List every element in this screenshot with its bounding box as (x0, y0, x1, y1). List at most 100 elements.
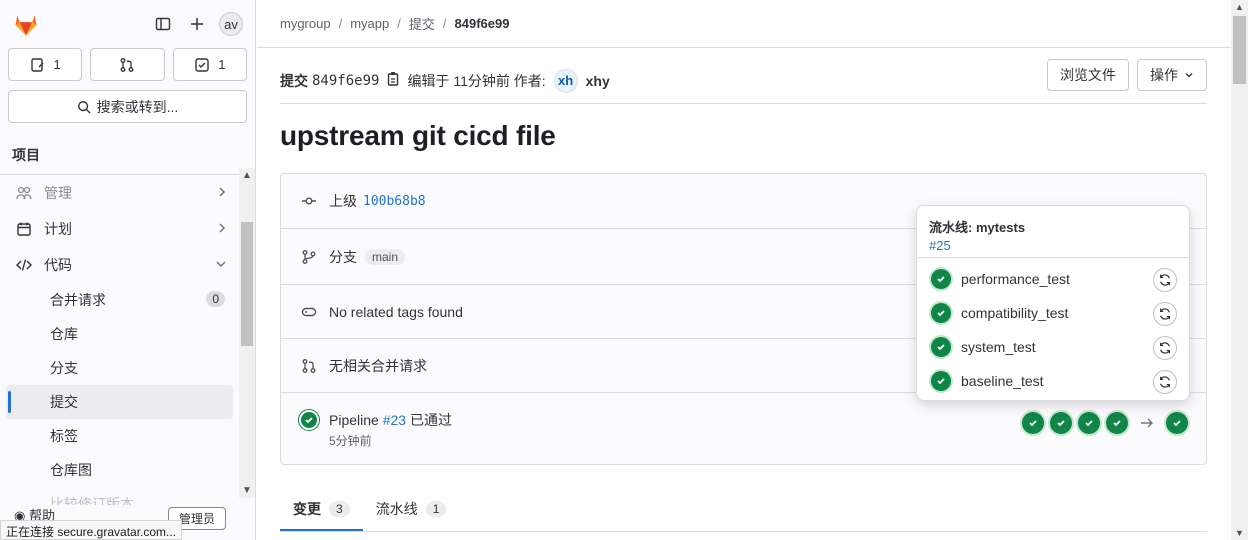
breadcrumb-commits[interactable]: 提交 (409, 14, 435, 33)
actions-dropdown-button[interactable]: 操作 (1137, 59, 1207, 91)
plus-icon[interactable] (185, 12, 209, 36)
commit-label: 提交 (280, 72, 308, 89)
sidebar-subitem-label: 分支 (50, 360, 78, 376)
sidebar-subitem-repository-graph[interactable]: 仓库图 (6, 453, 233, 487)
sidebar-subitem-repository[interactable]: 仓库 (6, 317, 233, 351)
breadcrumb-group[interactable]: mygroup (280, 16, 331, 31)
job-item[interactable]: compatibility_test (917, 296, 1189, 330)
tab-count: 1 (425, 501, 447, 517)
pipeline-passed-icon[interactable] (299, 410, 319, 430)
page-scrollbar[interactable]: ▲ ▼ (1231, 0, 1248, 540)
job-name: baseline_test (961, 373, 1044, 389)
scroll-down-icon[interactable]: ▼ (1235, 528, 1244, 538)
retry-icon[interactable] (1153, 302, 1177, 326)
merge-requests-badge: 0 (206, 291, 225, 307)
chevron-right-icon (217, 221, 227, 238)
pipeline-stages (1022, 412, 1188, 434)
sidebar-counters: 1 1 (0, 48, 255, 81)
job-name: compatibility_test (961, 305, 1069, 321)
pipeline-info: Pipeline #23 已通过 5分钟前 (329, 410, 452, 449)
stage-passed-icon[interactable] (1050, 412, 1072, 434)
job-item[interactable]: baseline_test (917, 364, 1189, 398)
merge-requests-counter-button[interactable] (90, 48, 165, 81)
arrow-right-icon (1140, 415, 1154, 431)
sidebar-scrollbar[interactable]: ▲ ▼ (239, 168, 255, 498)
scroll-up-icon[interactable]: ▲ (1235, 2, 1244, 12)
search-icon (77, 100, 91, 114)
sidebar-item-label: 计划 (44, 221, 72, 237)
sidebar-item-manage[interactable]: 管理 (0, 175, 239, 211)
todo-icon (195, 57, 209, 72)
stage-passed-icon[interactable] (1106, 412, 1128, 434)
issues-counter-button[interactable]: 1 (8, 48, 83, 81)
sidebar-subitem-label: 仓库图 (50, 462, 92, 478)
sidebar-subitem-tags[interactable]: 标签 (6, 419, 233, 453)
sidebar-subitem-compare[interactable]: 比较修订版本 (6, 487, 233, 505)
toggle-sidebar-icon[interactable] (151, 12, 175, 36)
sidebar-subitem-label: 比较修订版本 (50, 496, 134, 505)
author-name[interactable]: xhy (586, 73, 610, 89)
code-icon (16, 257, 32, 273)
retry-icon[interactable] (1153, 370, 1177, 394)
todos-counter-button[interactable]: 1 (172, 48, 247, 81)
job-list: performance_test compatibility_test syst… (917, 258, 1189, 398)
scroll-up-icon[interactable]: ▲ (242, 170, 252, 181)
sidebar-subitem-commits[interactable]: 提交 (6, 385, 233, 419)
sidebar-item-label: 代码 (44, 257, 72, 273)
job-item[interactable]: performance_test (917, 262, 1189, 296)
sidebar-subitem-label: 标签 (50, 428, 78, 444)
pipeline-status: 已通过 (409, 412, 452, 428)
browse-files-button[interactable]: 浏览文件 (1047, 59, 1129, 91)
sidebar-item-code[interactable]: 代码 (0, 247, 239, 283)
page-scroll-thumb[interactable] (1233, 16, 1246, 84)
sidebar-top: av (0, 0, 255, 48)
popover-pipeline-link[interactable]: #25 (929, 238, 1177, 253)
job-passed-icon (931, 269, 951, 289)
project-section-title: 项目 (0, 135, 255, 175)
browser-status-bar: 正在连接 secure.gravatar.com... (0, 520, 183, 540)
chevron-right-icon (217, 185, 227, 202)
calendar-icon (16, 221, 32, 237)
commit-sha: 849f6e99 (312, 72, 380, 89)
branch-icon (301, 249, 317, 265)
gitlab-logo-icon[interactable] (12, 10, 40, 38)
chevron-down-icon (1185, 73, 1193, 78)
pipeline-id-link[interactable]: #23 (383, 412, 406, 428)
merge-request-icon (301, 358, 317, 374)
sidebar-subitem-label: 合并请求 (50, 292, 106, 308)
breadcrumb-current[interactable]: 849f6e99 (455, 16, 510, 31)
stage-passed-icon[interactable] (1078, 412, 1100, 434)
users-icon (16, 185, 32, 201)
job-item[interactable]: system_test (917, 330, 1189, 364)
branch-label: 分支 (329, 248, 357, 265)
tab-pipelines[interactable]: 流水线 1 (363, 487, 460, 531)
sidebar-subitem-branches[interactable]: 分支 (6, 351, 233, 385)
commit-tabs: 变更 3 流水线 1 (280, 487, 1207, 532)
stage-passed-icon[interactable] (1022, 412, 1044, 434)
chevron-down-icon (215, 257, 227, 274)
job-name: system_test (961, 339, 1036, 355)
tag-icon (301, 304, 317, 320)
sidebar-subitem-label: 提交 (50, 394, 78, 410)
retry-icon[interactable] (1153, 336, 1177, 360)
downstream-pipeline-icon[interactable] (1166, 412, 1188, 434)
breadcrumb-project[interactable]: myapp (350, 16, 389, 31)
sidebar-subitem-merge-requests[interactable]: 合并请求 0 (6, 283, 233, 317)
issues-count: 1 (53, 57, 61, 72)
sidebar-item-plan[interactable]: 计划 (0, 211, 239, 247)
user-avatar[interactable]: av (219, 12, 243, 36)
commit-authored-text: 编辑于 11分钟前 作者: (407, 72, 546, 89)
tags-text: No related tags found (329, 303, 463, 320)
search-button[interactable]: 搜索或转到... (8, 90, 247, 123)
parent-sha-link[interactable]: 100b68b8 (363, 194, 426, 209)
tab-count: 3 (329, 501, 350, 517)
pipeline-label: Pipeline (329, 412, 379, 428)
tab-changes[interactable]: 变更 3 (280, 487, 363, 531)
sidebar-scroll-thumb[interactable] (241, 222, 253, 346)
scroll-down-icon[interactable]: ▼ (242, 485, 252, 496)
job-passed-icon (931, 303, 951, 323)
retry-icon[interactable] (1153, 268, 1177, 292)
branch-pill[interactable]: main (365, 248, 406, 265)
author-avatar[interactable]: xh (553, 68, 578, 93)
copy-icon[interactable] (387, 71, 401, 90)
